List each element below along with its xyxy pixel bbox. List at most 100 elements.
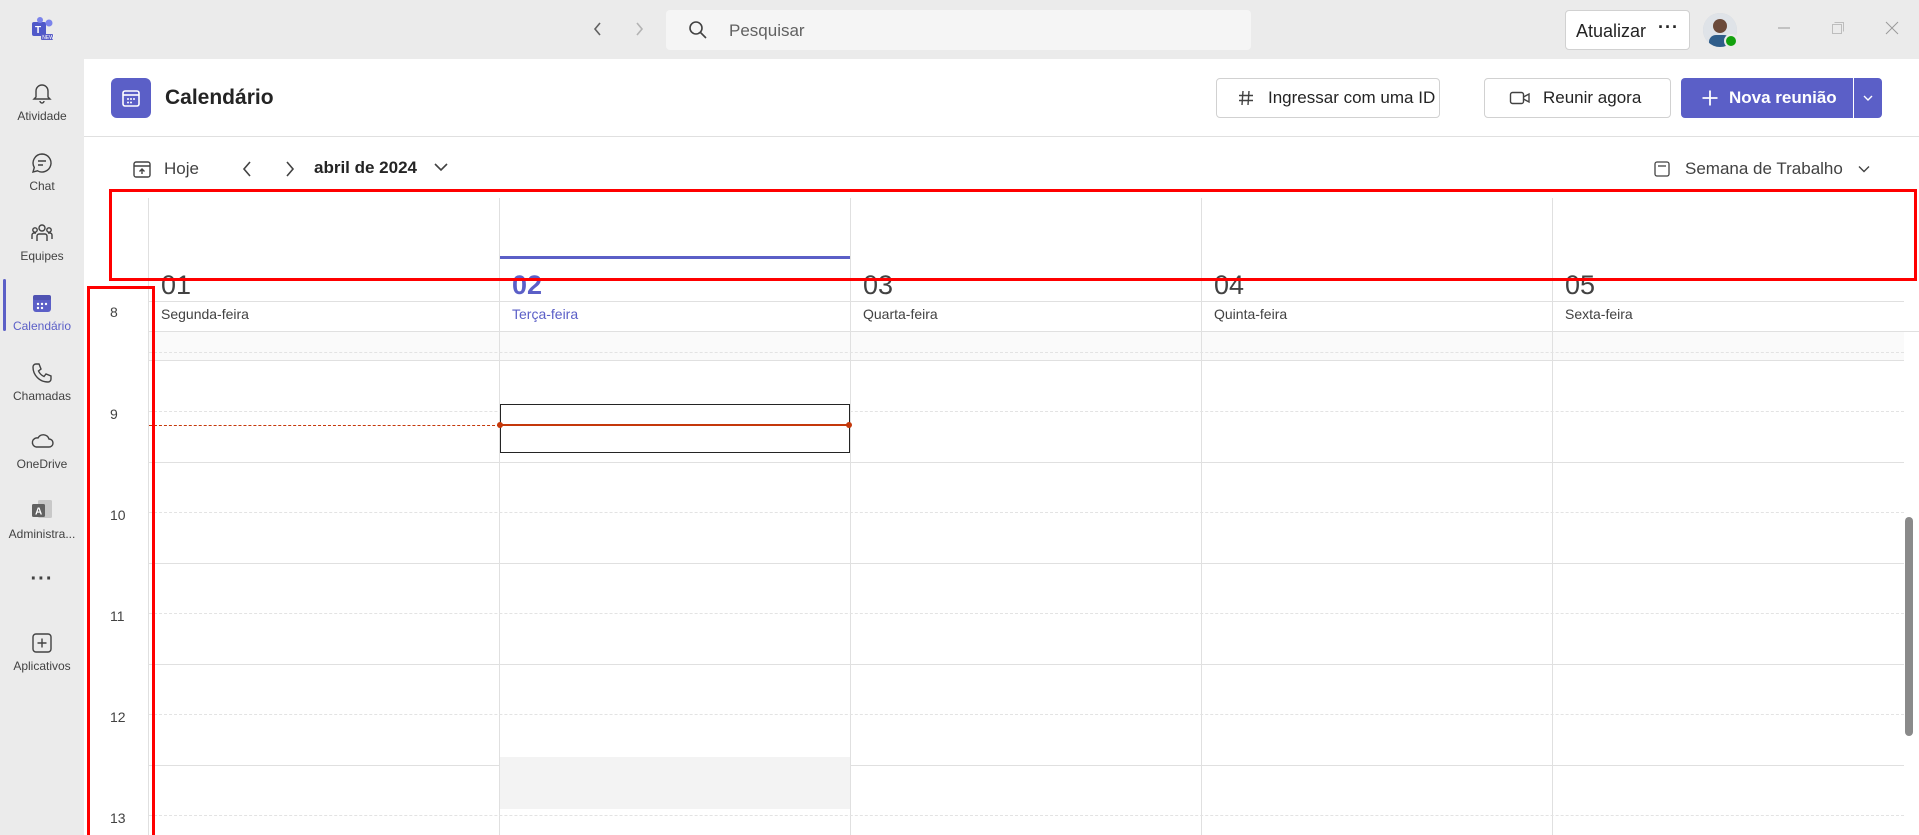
- svg-text:NEW: NEW: [42, 35, 54, 41]
- chevron-down-icon[interactable]: [433, 159, 449, 175]
- half-hour-line: [149, 512, 1904, 513]
- vertical-scrollbar[interactable]: [1905, 517, 1913, 736]
- view-switcher[interactable]: Semana de Trabalho: [1653, 155, 1871, 183]
- grid-line: [499, 198, 500, 835]
- calendar-main: Calendário Ingressar com uma ID Reunir a…: [84, 59, 1919, 835]
- day-header-highlight: [109, 189, 1917, 281]
- add-apps-icon: [32, 633, 52, 653]
- half-hour-line: [149, 613, 1904, 614]
- all-day-strip: [149, 332, 1904, 360]
- bell-icon: [32, 84, 52, 104]
- hash-icon: [1239, 90, 1253, 106]
- today-button[interactable]: Hoje: [132, 155, 199, 183]
- meet-now-button[interactable]: Reunir agora: [1484, 78, 1671, 118]
- day-name: Sexta-feira: [1565, 306, 1633, 322]
- busy-slot[interactable]: [500, 757, 850, 809]
- view-label: Semana de Trabalho: [1685, 159, 1843, 178]
- day-name: Segunda-feira: [161, 306, 249, 322]
- day-name: Terça-feira: [512, 306, 579, 322]
- rail-more-button[interactable]: ···: [0, 559, 84, 599]
- hour-line: [149, 563, 1904, 564]
- grid-line: [1201, 198, 1202, 835]
- page-title: Calendário: [165, 86, 274, 109]
- plus-icon: [1702, 90, 1718, 106]
- current-time-dot: [497, 422, 503, 428]
- view-calendar-icon: [1654, 161, 1670, 177]
- hour-line: [149, 765, 1904, 766]
- rail-item-teams[interactable]: Equipes: [0, 211, 84, 275]
- more-options-icon[interactable]: ···: [1658, 17, 1679, 38]
- join-with-id-label: Ingressar com uma ID: [1268, 88, 1436, 107]
- presence-available-icon: [1724, 34, 1738, 48]
- current-time-line: [149, 425, 500, 426]
- calendar-app-icon: [111, 78, 151, 118]
- hour-line: [149, 301, 1904, 302]
- forward-arrow-icon[interactable]: [627, 17, 651, 41]
- half-hour-line: [149, 352, 1904, 353]
- search-input[interactable]: Pesquisar: [666, 10, 1251, 50]
- rail-label: Chamadas: [12, 389, 72, 403]
- teams-logo-icon[interactable]: T NEW: [29, 16, 55, 42]
- current-time-dot: [846, 422, 852, 428]
- rail-label: Administra...: [8, 527, 76, 541]
- phone-icon: [32, 363, 52, 383]
- chat-icon: [31, 153, 52, 173]
- svg-text:T: T: [35, 25, 41, 36]
- grid-line: [850, 198, 851, 835]
- rail-item-chat[interactable]: Chat: [0, 141, 84, 205]
- next-week-button[interactable]: [278, 157, 302, 181]
- rail-item-onedrive[interactable]: OneDrive: [0, 419, 84, 483]
- rail-item-calendar[interactable]: Calendário: [0, 281, 84, 345]
- hour-line: [149, 664, 1904, 665]
- current-time-line-today: [500, 424, 850, 426]
- restore-icon[interactable]: [1826, 16, 1850, 40]
- time-column-highlight: [87, 286, 155, 835]
- close-icon[interactable]: [1880, 16, 1904, 40]
- svg-text:A: A: [35, 507, 42, 518]
- hour-line: [149, 360, 1904, 361]
- search-placeholder: Pesquisar: [729, 21, 805, 40]
- rail-item-calls[interactable]: Chamadas: [0, 351, 84, 415]
- selected-time-slot[interactable]: [500, 404, 850, 453]
- join-with-id-button[interactable]: Ingressar com uma ID: [1216, 78, 1440, 118]
- half-hour-line: [149, 714, 1904, 715]
- calendar-icon: [33, 295, 51, 312]
- grid-line: [1552, 198, 1553, 835]
- meet-now-label: Reunir agora: [1543, 88, 1642, 107]
- chevron-left-icon: [242, 161, 251, 177]
- half-hour-line: [149, 411, 1904, 412]
- app-rail: Atividade Chat Equipes Calendário Chamad…: [0, 59, 84, 835]
- new-meeting-label: Nova reunião: [1729, 88, 1837, 107]
- half-hour-line: [149, 815, 1904, 816]
- chevron-down-icon: [1863, 95, 1873, 101]
- month-picker[interactable]: abril de 2024: [314, 158, 417, 178]
- rail-item-activity[interactable]: Atividade: [0, 71, 84, 135]
- chevron-down-icon: [1858, 166, 1870, 173]
- rail-label: Equipes: [20, 249, 64, 263]
- rail-label: Calendário: [12, 319, 72, 333]
- rail-label: Chat: [29, 179, 55, 193]
- new-meeting-button[interactable]: Nova reunião: [1681, 78, 1853, 118]
- admin-app-icon: A: [32, 500, 52, 518]
- update-button[interactable]: Atualizar ···: [1565, 10, 1690, 50]
- day-name: Quinta-feira: [1214, 306, 1288, 322]
- calendar-today-icon: [133, 161, 151, 178]
- teams-icon: [31, 224, 53, 241]
- rail-label: OneDrive: [16, 457, 68, 471]
- back-arrow-icon[interactable]: [586, 17, 610, 41]
- previous-week-button[interactable]: [235, 157, 259, 181]
- rail-label: Aplicativos: [13, 659, 71, 673]
- header-divider: [84, 136, 1919, 137]
- rail-label: Atividade: [17, 109, 67, 123]
- minimize-icon[interactable]: [1772, 16, 1796, 40]
- today-label: Hoje: [164, 159, 199, 178]
- search-icon: [689, 21, 707, 39]
- more-icon: ···: [30, 568, 54, 590]
- new-meeting-dropdown[interactable]: [1854, 78, 1882, 118]
- rail-item-apps[interactable]: Aplicativos: [0, 621, 84, 685]
- rail-item-admin[interactable]: A Administra...: [0, 487, 84, 551]
- cloud-icon: [31, 434, 54, 448]
- hour-line: [149, 462, 1904, 463]
- day-name: Quarta-feira: [863, 306, 938, 322]
- chevron-right-icon: [286, 161, 295, 177]
